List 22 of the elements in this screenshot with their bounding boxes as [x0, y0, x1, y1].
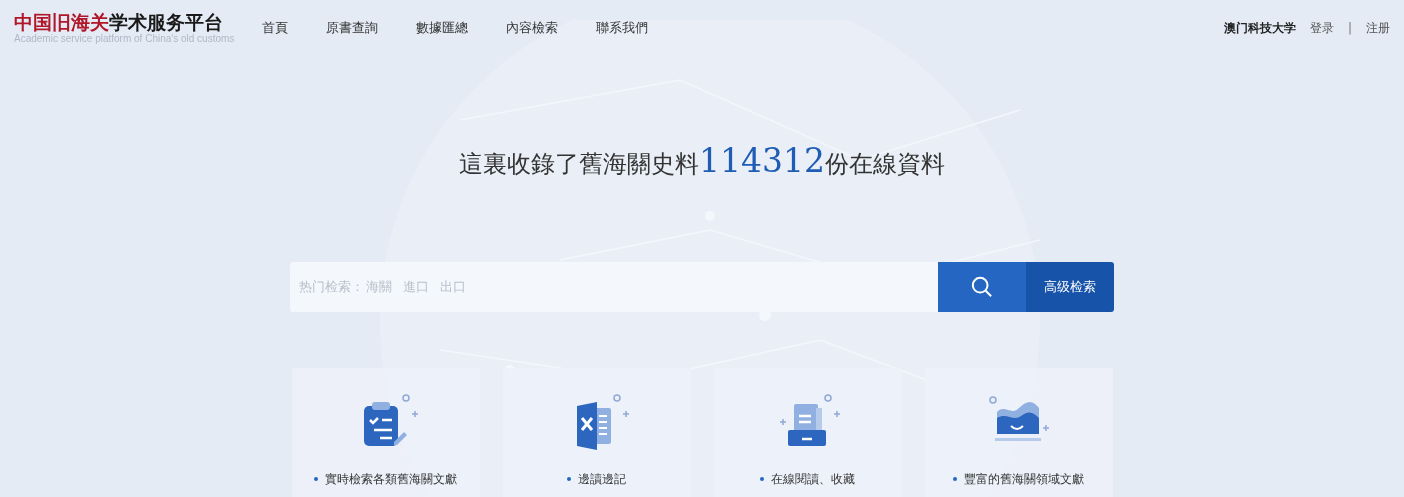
logo-title: 中国旧海关学术服务平台: [14, 12, 224, 32]
feature-text: 豐富的舊海關領域文獻: [964, 470, 1084, 488]
nav-link[interactable]: 首頁: [262, 18, 289, 38]
headline: 這裏收錄了舊海關史料 114312份在線資料: [459, 140, 945, 182]
nav-link[interactable]: 內容檢索: [506, 18, 559, 38]
nav-link[interactable]: 聯系我們: [596, 18, 649, 38]
nav-link[interactable]: 數據匯總: [416, 18, 469, 38]
separator-text: |: [1347, 20, 1352, 37]
bullet-icon: [567, 476, 571, 481]
feature-text: 在線閱讀、收藏: [771, 470, 855, 488]
register-link[interactable]: 注册: [1366, 19, 1390, 37]
login-link[interactable]: 登录: [1309, 19, 1334, 37]
bullet-icon: [314, 476, 318, 481]
feature-text: 邊讀邊記: [578, 470, 626, 488]
nav-link[interactable]: 原書查詢: [326, 18, 379, 38]
search-button[interactable]: [938, 261, 1026, 312]
bullet-icon: [760, 476, 764, 481]
feature-text: 實時檢索各類舊海關文獻: [325, 470, 457, 488]
advanced-search-button[interactable]: 高级检索: [1026, 261, 1114, 312]
search-icon: [971, 275, 993, 298]
bullet-icon: [953, 476, 957, 481]
institution-name: 澳门科技大学: [1223, 20, 1296, 37]
